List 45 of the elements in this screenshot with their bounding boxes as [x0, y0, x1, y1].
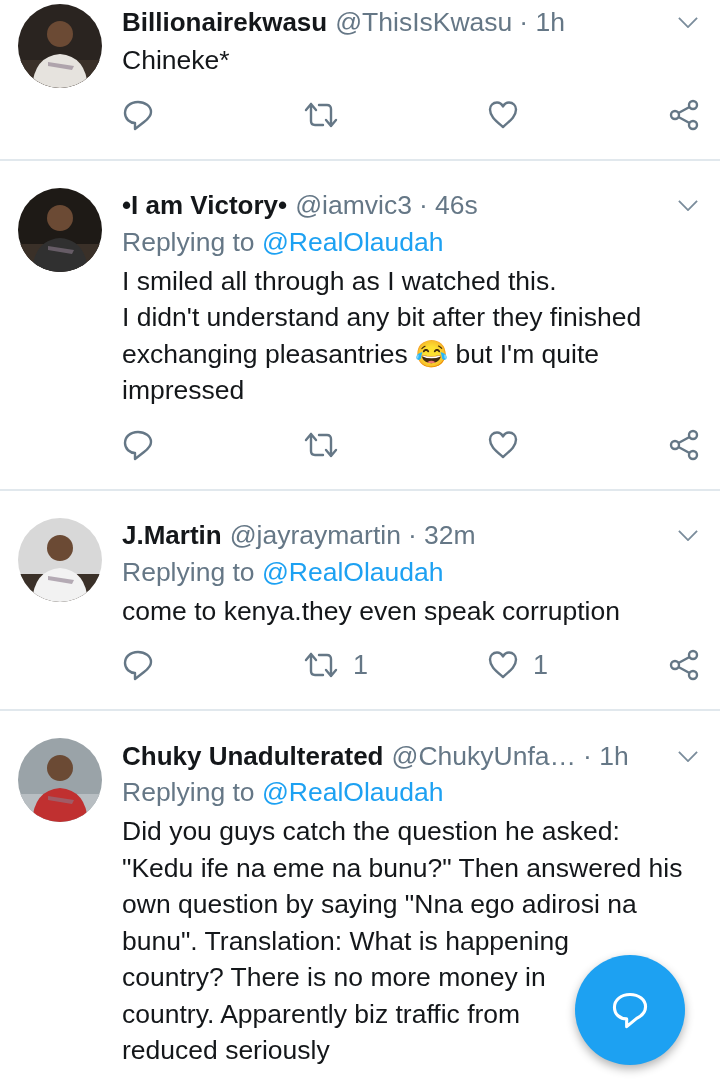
share-icon[interactable] [668, 98, 700, 131]
heart-icon[interactable] [487, 649, 519, 681]
tweet-text-line: Chineke* [122, 44, 230, 77]
tweet-text-line: Did you guys catch the question he asked: [122, 815, 620, 848]
tweet-text-line: come to kenya.they even speak corruption [122, 594, 620, 628]
user-name[interactable]: •I am Victory• [122, 190, 288, 221]
tweet-text-line: I smiled all through as I watched this. [122, 264, 557, 298]
compose-reply-button[interactable] [575, 955, 685, 1065]
tweet-text-line: I didn't understand any bit after they finished [122, 301, 642, 334]
chevron-down-icon[interactable] [678, 16, 698, 28]
heart-icon[interactable] [487, 98, 519, 131]
timestamp: · 32m [407, 520, 476, 551]
chevron-down-icon[interactable] [678, 200, 698, 211]
tweet-text-line: reduced seriously [122, 1034, 330, 1067]
user-handle: @ChukyUnfa… [391, 740, 576, 772]
user-handle: @iamvic3 [295, 190, 412, 221]
timestamp: · 46s [418, 190, 478, 221]
tweet-text-line: country. Apparently biz traffic from [122, 997, 521, 1031]
replying-to-text: Replying to @RealOlaudah [122, 225, 445, 259]
timestamp: · 1h [583, 740, 629, 772]
user-name[interactable]: Chuky Unadulterated [122, 740, 384, 772]
like-count: 1 [533, 649, 549, 681]
timestamp: · 1h [519, 6, 565, 38]
user-name[interactable]: J.Martin [122, 520, 222, 551]
chat-bubble-icon [610, 990, 650, 1030]
tweet-text-line: exchanging pleasantries 😂 but I'm quite [122, 337, 600, 371]
tweet-text-line: country? There is no more money in [122, 961, 546, 994]
reply-icon[interactable] [122, 649, 154, 681]
replying-to-text: Replying to @RealOlaudah [122, 555, 445, 589]
tweet-text-line: bunu". Translation: What is happening [122, 924, 569, 958]
heart-icon[interactable] [487, 428, 519, 461]
chevron-down-icon[interactable] [678, 750, 698, 762]
reply-icon[interactable] [122, 98, 154, 131]
replying-to-text: Replying to @RealOlaudah [122, 776, 445, 809]
share-icon[interactable] [668, 649, 700, 681]
chevron-down-icon[interactable] [678, 530, 698, 541]
reply-icon[interactable] [122, 428, 154, 461]
user-handle: @jayraymartin [229, 520, 401, 551]
user-handle: @ThisIsKwasu [335, 6, 513, 38]
user-name[interactable]: Billionairekwasu [122, 6, 328, 38]
retweet-count: 1 [353, 649, 369, 681]
tweet-text-line: own question by saying "Nna ego adirosi na [122, 888, 637, 921]
share-icon[interactable] [668, 428, 700, 461]
tweet-text-line: "Kedu ife na eme na bunu?" Then answered his [122, 851, 683, 885]
tweet-text-line: impressed [122, 374, 245, 407]
